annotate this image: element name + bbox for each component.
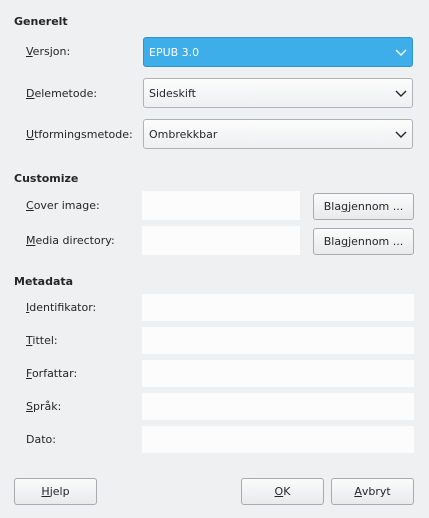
version-value: EPUB 3.0 — [149, 45, 200, 59]
chevron-down-icon — [395, 49, 407, 56]
media-browse-button[interactable]: Bla g jennom ... — [313, 228, 414, 255]
title-label: Tittel: — [26, 334, 58, 347]
cover-browse-button[interactable]: Bla g jennom ... — [313, 193, 414, 220]
layout-method-label: Utformingsmetode: — [26, 128, 133, 141]
version-dropdown[interactable]: EPUB 3.0 — [143, 37, 413, 67]
split-method-value: Sideskift — [149, 86, 196, 100]
split-method-label: Delemetode: — [26, 87, 98, 100]
date-input[interactable] — [142, 426, 414, 453]
author-input[interactable] — [142, 360, 414, 387]
section-heading-customize: Customize — [14, 172, 79, 185]
identifier-label: Identifikator: — [26, 301, 97, 314]
media-directory-label: Media directory: — [26, 234, 115, 247]
layout-method-value: Ombrekkbar — [149, 127, 218, 141]
language-input[interactable] — [142, 393, 414, 420]
version-label: Versjon: — [26, 45, 71, 58]
ok-button[interactable]: OK — [241, 478, 324, 505]
split-method-dropdown[interactable]: Sideskift — [143, 78, 413, 108]
cover-image-input[interactable] — [142, 191, 300, 220]
title-input[interactable] — [142, 327, 414, 354]
language-label: Språk: — [26, 400, 62, 413]
help-button[interactable]: Hjelp — [14, 478, 97, 505]
chevron-down-icon — [395, 131, 407, 138]
layout-method-dropdown[interactable]: Ombrekkbar — [143, 119, 413, 149]
author-label: Forfattar: — [26, 367, 78, 380]
cover-image-label: Cover image: — [26, 199, 100, 212]
section-heading-general: Generelt — [14, 15, 68, 28]
date-label: Dato: — [26, 433, 56, 446]
cancel-button[interactable]: Avbryt — [331, 478, 414, 505]
section-heading-metadata: Metadata — [14, 275, 74, 288]
chevron-down-icon — [395, 90, 407, 97]
media-directory-input[interactable] — [142, 226, 300, 255]
identifier-input[interactable] — [142, 294, 414, 321]
